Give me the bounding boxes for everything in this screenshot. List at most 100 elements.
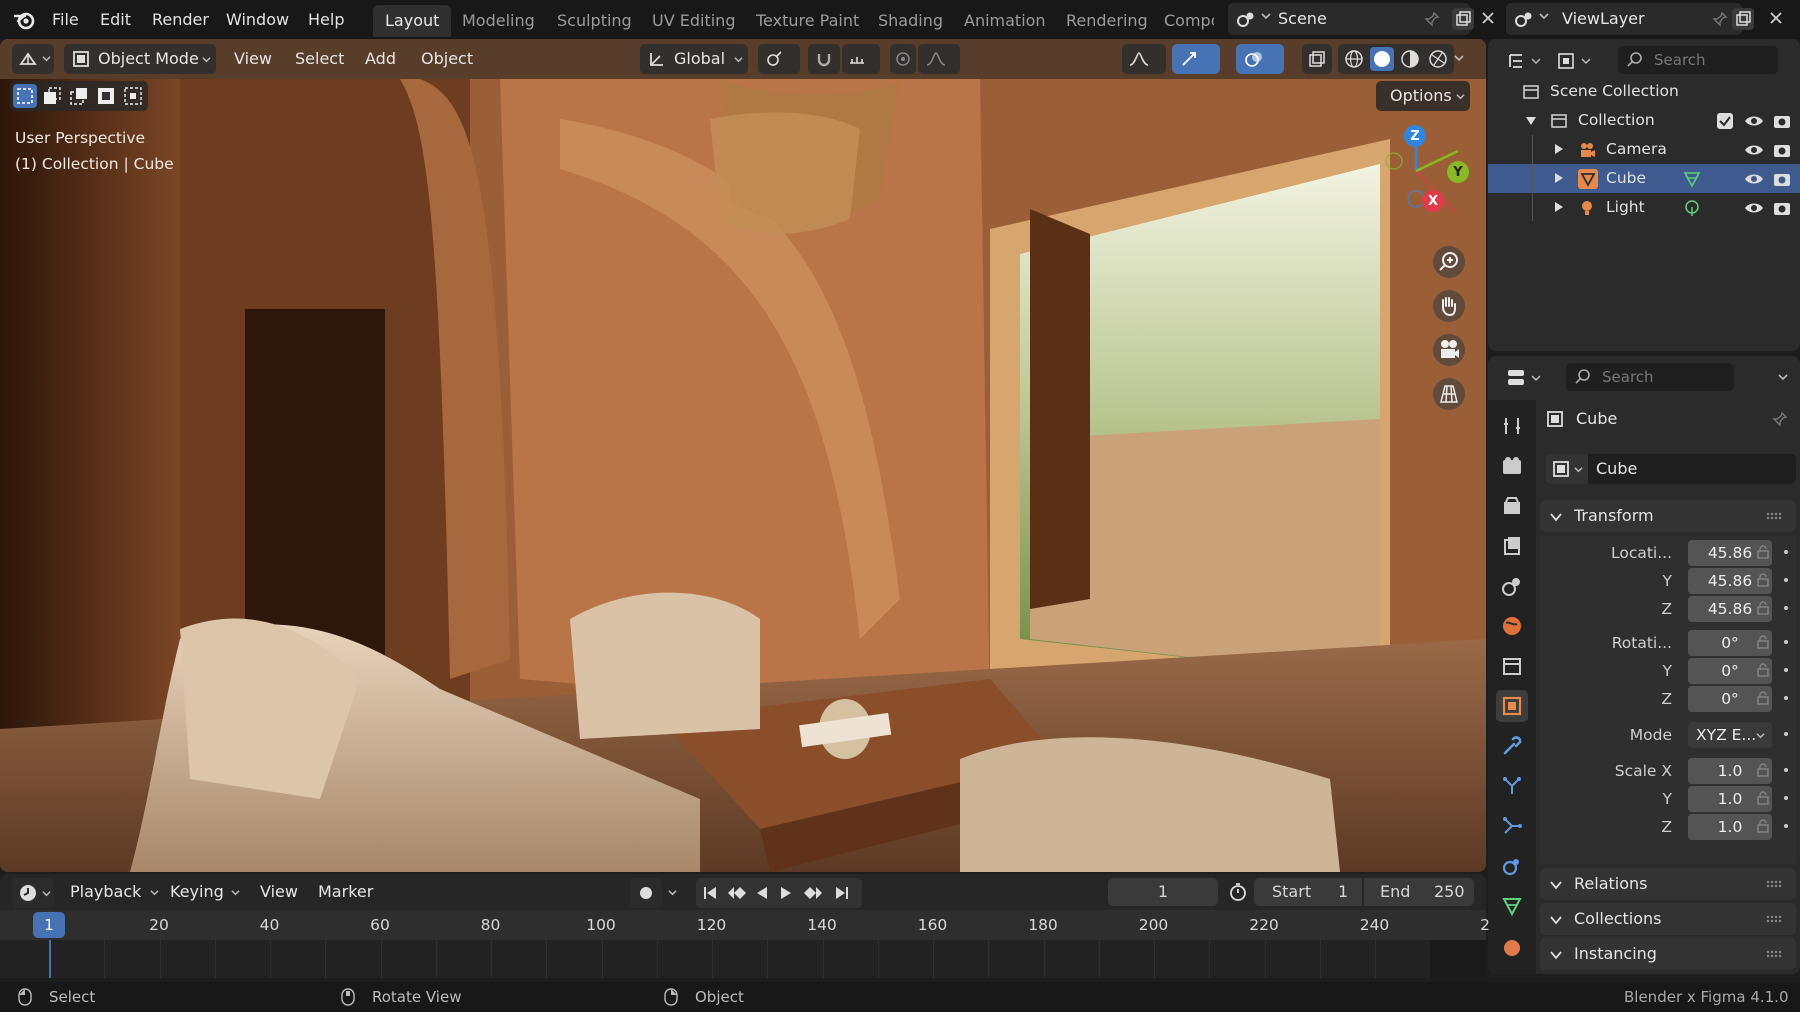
timeline-menu-keying[interactable]: Keying bbox=[170, 877, 224, 907]
eye-icon[interactable] bbox=[1744, 111, 1764, 131]
scene-tab-icon[interactable] bbox=[1496, 570, 1528, 602]
eye-icon[interactable] bbox=[1744, 198, 1764, 218]
chevron-down-icon[interactable] bbox=[668, 888, 677, 897]
blender-logo-icon[interactable] bbox=[12, 7, 38, 33]
menu-render[interactable]: Render bbox=[152, 0, 209, 39]
current-frame-field[interactable]: 1 bbox=[1108, 878, 1218, 906]
keyframe-dot-icon[interactable] bbox=[1784, 640, 1788, 644]
start-frame-field[interactable]: Start 1 bbox=[1254, 878, 1362, 906]
collection-tab-icon[interactable] bbox=[1496, 650, 1528, 682]
expand-arrow-right-icon[interactable] bbox=[1554, 202, 1564, 212]
light-data-icon[interactable] bbox=[1683, 199, 1701, 217]
new-scene-icon[interactable] bbox=[1452, 8, 1474, 30]
snap-toggle[interactable] bbox=[808, 44, 840, 74]
select-subtract-icon[interactable] bbox=[67, 84, 91, 108]
drag-handle-icon[interactable] bbox=[1766, 880, 1782, 888]
menu-file[interactable]: File bbox=[52, 0, 79, 39]
playhead-line[interactable] bbox=[49, 940, 51, 978]
particles-tab-icon[interactable] bbox=[1496, 770, 1528, 802]
keyframe-dot-icon[interactable] bbox=[1784, 668, 1788, 672]
scene-name[interactable]: Scene bbox=[1278, 3, 1327, 35]
outliner-row-light[interactable]: Light bbox=[1488, 193, 1800, 222]
close-view-layer-icon[interactable] bbox=[1768, 10, 1784, 26]
tab-layout[interactable]: Layout bbox=[373, 5, 452, 37]
mode-selector[interactable]: Object Mode bbox=[64, 44, 216, 74]
keyframe-track[interactable] bbox=[0, 940, 1486, 978]
lock-icon[interactable] bbox=[1756, 791, 1770, 805]
pin-icon[interactable] bbox=[1772, 411, 1788, 427]
chevron-down-icon[interactable] bbox=[1778, 372, 1788, 382]
view-layer-selector[interactable]: ViewLayer bbox=[1506, 3, 1742, 35]
menu-edit[interactable]: Edit bbox=[100, 0, 131, 39]
tab-shading[interactable]: Shading bbox=[866, 5, 955, 37]
transform-orientation-dropdown[interactable]: Global bbox=[640, 44, 748, 74]
drag-handle-icon[interactable] bbox=[1766, 915, 1782, 923]
mesh-data-icon[interactable] bbox=[1683, 170, 1701, 188]
rendered-shading-icon[interactable] bbox=[1426, 47, 1450, 71]
lock-icon[interactable] bbox=[1756, 663, 1770, 677]
timeline-menu-marker[interactable]: Marker bbox=[318, 877, 373, 907]
object-name-field[interactable]: Cube bbox=[1588, 454, 1796, 484]
gizmo-x-axis[interactable]: X bbox=[1422, 190, 1444, 212]
outliner-row-camera[interactable]: Camera bbox=[1488, 135, 1800, 164]
3d-viewport[interactable]: Object Mode View Select Add Object Globa… bbox=[0, 39, 1486, 872]
playhead-frame-indicator[interactable]: 1 bbox=[33, 912, 65, 938]
jump-start-icon[interactable] bbox=[702, 885, 718, 901]
gizmo-dropdown[interactable] bbox=[1122, 44, 1166, 74]
drag-handle-icon[interactable] bbox=[1766, 512, 1782, 520]
prev-keyframe-icon[interactable] bbox=[726, 885, 748, 901]
zoom-icon[interactable] bbox=[1433, 246, 1465, 278]
camera-view-icon[interactable] bbox=[1433, 334, 1465, 366]
expand-arrow-down-icon[interactable] bbox=[1526, 116, 1536, 126]
viewport-menu-select[interactable]: Select bbox=[295, 44, 344, 74]
checkbox-icon[interactable] bbox=[1717, 113, 1733, 129]
tab-modeling[interactable]: Modeling bbox=[450, 5, 547, 37]
viewport-menu-add[interactable]: Add bbox=[365, 44, 396, 74]
world-tab-icon[interactable] bbox=[1496, 610, 1528, 642]
select-new-icon[interactable] bbox=[13, 84, 37, 108]
viewport-menu-object[interactable]: Object bbox=[421, 44, 473, 74]
timeline-menu-view[interactable]: View bbox=[260, 877, 298, 907]
falloff-button[interactable] bbox=[918, 44, 960, 74]
end-frame-field[interactable]: End 250 bbox=[1364, 878, 1474, 906]
solid-shading-icon[interactable] bbox=[1370, 47, 1394, 71]
tab-texture-paint[interactable]: Texture Paint bbox=[744, 5, 871, 37]
jump-end-icon[interactable] bbox=[834, 885, 850, 901]
shading-options-chevron-icon[interactable] bbox=[1454, 53, 1464, 63]
pivot-point-button[interactable] bbox=[758, 44, 800, 74]
material-tab-icon[interactable] bbox=[1496, 930, 1528, 962]
properties-editor-type-icon[interactable] bbox=[1504, 364, 1546, 392]
constraints-tab-icon[interactable] bbox=[1496, 850, 1528, 882]
tab-sculpting[interactable]: Sculpting bbox=[545, 5, 644, 37]
outliner-editor-type-icon[interactable] bbox=[1504, 47, 1546, 75]
pin-icon[interactable] bbox=[1712, 11, 1728, 27]
expand-arrow-right-icon[interactable] bbox=[1554, 173, 1564, 183]
lock-icon[interactable] bbox=[1756, 635, 1770, 649]
material-shading-icon[interactable] bbox=[1398, 47, 1422, 71]
outliner-row-scene-collection[interactable]: Scene Collection bbox=[1488, 77, 1800, 106]
select-extend-icon[interactable] bbox=[40, 84, 64, 108]
eye-icon[interactable] bbox=[1744, 169, 1764, 189]
tool-tab-icon[interactable] bbox=[1496, 410, 1528, 442]
drag-handle-icon[interactable] bbox=[1766, 950, 1782, 958]
pin-icon[interactable] bbox=[1424, 11, 1440, 27]
lock-icon[interactable] bbox=[1756, 545, 1770, 559]
scene-selector[interactable]: Scene bbox=[1228, 3, 1470, 35]
modifier-tab-icon[interactable] bbox=[1496, 730, 1528, 762]
stopwatch-icon[interactable] bbox=[1228, 882, 1248, 902]
tab-compositing[interactable]: Compo bbox=[1152, 5, 1214, 37]
transform-panel-header[interactable]: Transform bbox=[1540, 500, 1796, 532]
options-dropdown[interactable]: Options bbox=[1376, 81, 1470, 111]
keyframe-dot-icon[interactable] bbox=[1784, 796, 1788, 800]
render-camera-icon[interactable] bbox=[1772, 111, 1792, 131]
keyframe-dot-icon[interactable] bbox=[1784, 824, 1788, 828]
gizmo-z-axis[interactable]: Z bbox=[1404, 125, 1426, 147]
tab-animation[interactable]: Animation bbox=[952, 5, 1058, 37]
timeline-menu-playback[interactable]: Playback bbox=[70, 877, 141, 907]
lock-icon[interactable] bbox=[1756, 763, 1770, 777]
render-camera-icon[interactable] bbox=[1772, 140, 1792, 160]
editor-type-button[interactable] bbox=[12, 44, 54, 74]
new-view-layer-icon[interactable] bbox=[1732, 8, 1754, 30]
next-keyframe-icon[interactable] bbox=[802, 885, 824, 901]
lock-icon[interactable] bbox=[1756, 601, 1770, 615]
